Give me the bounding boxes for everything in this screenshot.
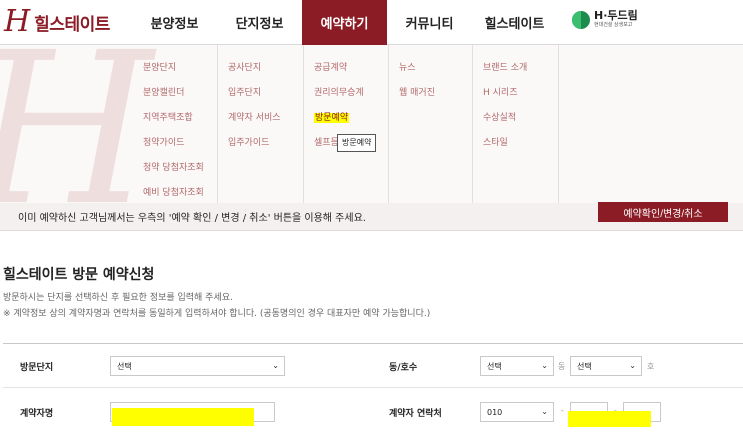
chevron-down-icon: ⌄: [272, 361, 279, 370]
menu-item-winner-lookup[interactable]: 청약 당첨자조회: [133, 162, 217, 187]
nav-sale-info[interactable]: 분양정보: [132, 0, 217, 45]
background-h-mark: H: [0, 45, 153, 203]
ho-select[interactable]: 선택 ⌄: [570, 356, 642, 376]
hdream-logo-icon: [572, 10, 590, 29]
menu-item-move-in-guide[interactable]: 입주가이드: [218, 137, 303, 162]
menu-item-construction[interactable]: 공사단지: [218, 62, 303, 87]
chevron-down-icon: ⌄: [541, 361, 548, 370]
logo-mark: H: [4, 4, 31, 39]
dong-unit: 동: [558, 362, 566, 371]
nav-hillstate[interactable]: 힐스테이트: [472, 0, 557, 45]
menu-item-brand[interactable]: 브랜드 소개: [473, 62, 558, 87]
dong-select[interactable]: 선택 ⌄: [480, 356, 554, 376]
menu-item-news[interactable]: 뉴스: [389, 62, 472, 87]
site-header: H 힐스테이트 분양정보 단지정보 예약하기 커뮤니티 힐스테이트 H·두드림 …: [0, 0, 743, 45]
nav-community[interactable]: 커뮤니티: [387, 0, 472, 45]
form-row-complex: 방문단지 선택 ⌄ 동/호수 선택 ⌄ 동 선택 ⌄ 호: [3, 344, 743, 388]
contractor-phone-label: 계약자 연락처: [389, 409, 442, 419]
phone-separator: -: [561, 406, 564, 415]
menu-item-subscription-guide[interactable]: 청약가이드: [133, 137, 217, 162]
mega-menu: H 분양단지 분양캘린더 지역주택조합 청약가이드 청약 당첨자조회 예비 당첨…: [0, 45, 743, 203]
menu-item-supply-contract[interactable]: 공급계약: [304, 62, 388, 87]
contractor-name-label: 계약자명: [20, 409, 54, 419]
reservation-check-button[interactable]: 예약확인/변경/취소: [598, 202, 728, 222]
hdream-link[interactable]: H·두드림 현대건설 상생포고: [572, 10, 638, 29]
menu-col-community: 뉴스 웹 매거진: [389, 45, 473, 203]
hdream-title: H·두드림: [594, 9, 638, 22]
menu-item-contractor-service[interactable]: 계약자 서비스: [218, 112, 303, 137]
nav-reservation[interactable]: 예약하기: [302, 0, 387, 45]
reservation-form: 방문단지 선택 ⌄ 동/호수 선택 ⌄ 동 선택 ⌄ 호 계약자명 계약자 연락…: [3, 343, 743, 442]
menu-col-reservation: 공급계약 권리의무승계 방문예약 셀프등: [304, 45, 389, 203]
menu-item-web-magazine[interactable]: 웹 매거진: [389, 87, 472, 112]
phone-prefix-select[interactable]: 010 ⌄: [480, 402, 554, 422]
tooltip: 방문예약: [337, 134, 377, 152]
menu-item-move-in-complex[interactable]: 입주단지: [218, 87, 303, 112]
menu-col-complex: 공사단지 입주단지 계약자 서비스 입주가이드: [218, 45, 304, 203]
page-notice: ※ 계약정보 상의 계약자명과 연락처를 동일하게 입력하셔야 합니다. (공동…: [3, 309, 431, 319]
ho-unit: 호: [647, 362, 655, 371]
logo-text: 힐스테이트: [34, 14, 110, 35]
notice-text: 이미 예약하신 고객님께서는 우측의 '예약 확인 / 변경 / 취소' 버튼을…: [18, 213, 366, 224]
chevron-down-icon: ⌄: [629, 361, 636, 370]
menu-item-sale-calendar[interactable]: 분양캘린더: [133, 87, 217, 112]
visit-complex-label: 방문단지: [20, 363, 54, 373]
menu-item-awards[interactable]: 수상실적: [473, 112, 558, 137]
menu-item-style[interactable]: 스타일: [473, 137, 558, 162]
menu-item-sale-complex[interactable]: 분양단지: [133, 62, 217, 87]
nav-complex-info[interactable]: 단지정보: [217, 0, 302, 45]
hdream-subtitle: 현대건설 상생포고: [594, 22, 633, 28]
chevron-down-icon: ⌄: [541, 407, 548, 416]
page-title: 힐스테이트 방문 예약신청: [3, 267, 155, 283]
visit-complex-select[interactable]: 선택 ⌄: [110, 356, 285, 376]
menu-col-hillstate: 브랜드 소개 H 시리즈 수상실적 스타일: [473, 45, 559, 203]
main-nav: 분양정보 단지정보 예약하기 커뮤니티 힐스테이트: [132, 0, 557, 45]
menu-col-sale: 분양단지 분양캘린더 지역주택조합 청약가이드 청약 당첨자조회 예비 당첨자조…: [133, 45, 218, 203]
dong-ho-label: 동/호수: [389, 363, 418, 373]
menu-item-reserve-winner-lookup[interactable]: 예비 당첨자조회: [133, 187, 217, 203]
redaction-mark: [112, 408, 254, 426]
menu-item-rights-transfer[interactable]: 권리의무승계: [304, 87, 388, 112]
logo[interactable]: H 힐스테이트: [4, 6, 110, 38]
redaction-mark: [568, 411, 651, 427]
page-description: 방문하시는 단지를 선택하신 후 필요한 정보를 입력해 주세요.: [3, 293, 233, 303]
menu-item-h-series[interactable]: H 시리즈: [473, 87, 558, 112]
form-row-contractor: 계약자명 계약자 연락처 010 ⌄ - -: [3, 389, 743, 442]
menu-item-regional-union[interactable]: 지역주택조합: [133, 112, 217, 137]
